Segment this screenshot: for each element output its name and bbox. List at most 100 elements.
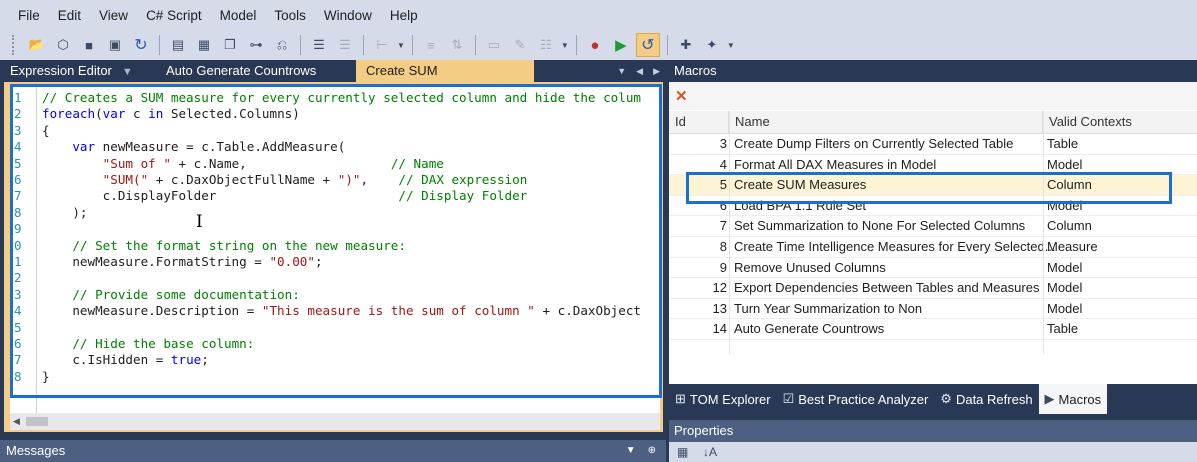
code-token: // Creates a SUM measure for every curre… [42, 90, 641, 105]
save-icon[interactable]: ■ [78, 34, 100, 56]
code-token: + c.Name, [170, 155, 391, 171]
scroll-right-icon[interactable]: ▶ [653, 66, 660, 77]
redo-active-icon[interactable]: ↺ [635, 33, 660, 57]
code-line[interactable]: ); [42, 205, 87, 221]
cube-icon[interactable]: ⬡ [52, 34, 74, 56]
column-header-name[interactable]: Name [729, 111, 1043, 133]
refresh-icon[interactable]: ↻ [130, 34, 152, 56]
menu-item-window[interactable]: Window [315, 8, 381, 23]
menu-bar: File Edit View C# Script Model Tools Window Hel… [0, 0, 1197, 30]
code-line[interactable]: newMeasure.FormatString = "0.00"; [42, 254, 323, 270]
column-header-id[interactable]: Id [669, 111, 729, 133]
edit-macro-icon[interactable]: ✦ [701, 34, 723, 56]
horizontal-scrollbar[interactable]: ◀ [10, 413, 660, 430]
align-left-icon[interactable]: ☰ [308, 34, 330, 56]
code-line[interactable]: { [42, 123, 50, 139]
delete-icon[interactable]: ✕ [675, 87, 688, 105]
code-token: + c.DaxObject [534, 303, 642, 319]
macro-cell-context: Model [1047, 280, 1083, 296]
code-line[interactable]: // Hide the base column: [42, 336, 254, 352]
menu-item-tools[interactable]: Tools [265, 8, 315, 23]
code-line[interactable]: } [42, 369, 50, 385]
menu-item-edit[interactable]: Edit [49, 8, 90, 23]
undo-icon[interactable]: ⎌ [271, 34, 293, 56]
code-line[interactable]: // Set the format string on the new meas… [42, 238, 406, 254]
macro-row[interactable]: 8 Create Time Intelligence Measures for E… [669, 237, 1197, 258]
menu-item-file[interactable]: File [0, 8, 49, 23]
column-header-valid-contexts[interactable]: Valid Contexts [1043, 111, 1197, 133]
chevron-down-icon[interactable]: ▼ [626, 440, 636, 462]
pin-icon[interactable]: ⊕ [648, 440, 656, 462]
macros-grid-header: Id Name Valid Contexts [669, 111, 1197, 134]
chevron-down-icon[interactable]: ▼ [397, 41, 405, 50]
code-line[interactable]: var newMeasure = c.Table.AddMeasure( [42, 139, 345, 155]
chevron-down-icon[interactable]: ▼ [617, 66, 626, 76]
menu-item-view[interactable]: View [90, 8, 137, 23]
categorized-icon[interactable]: ▦ [677, 445, 688, 459]
tab-data-refresh[interactable]: ⚙ Data Refresh [934, 384, 1038, 414]
macro-cell-context: Measure [1047, 239, 1098, 254]
code-line[interactable]: // Provide some documentation: [42, 287, 299, 303]
stop-icon[interactable]: ● [584, 34, 606, 56]
code-line[interactable]: c.IsHidden = true; [42, 352, 209, 368]
save-all-icon[interactable]: ▣ [104, 34, 126, 56]
move-icon[interactable]: ⇅ [446, 34, 468, 56]
run-icon[interactable]: ▶ [610, 34, 632, 56]
comment-icon[interactable]: ✎ [509, 34, 531, 56]
table-icon[interactable]: ▦ [193, 34, 215, 56]
tab-label: Auto Generate Countrows [166, 63, 317, 78]
macro-row[interactable]: 4 Format All DAX Measures in Model Model [669, 155, 1197, 176]
code-token: ; [314, 254, 323, 269]
tab-expression-editor[interactable]: Expression Editor ▼ [0, 60, 152, 82]
scroll-left-icon[interactable]: ◀ [13, 416, 20, 427]
menu-item-c-script[interactable]: C# Script [137, 8, 211, 23]
code-editor[interactable]: 123456789012345678 // Creates a SUM meas… [10, 86, 660, 413]
stack-icon[interactable]: ≡ [420, 34, 442, 56]
tab-best-practice-analyzer[interactable]: ☑ Best Practice Analyzer [777, 384, 935, 414]
code-line[interactable]: c.DisplayFolder // Display Folder [42, 188, 528, 204]
list-icon[interactable]: ☷ [535, 34, 557, 56]
add-macro-icon[interactable]: ✚ [675, 34, 697, 56]
macro-row[interactable]: 7 Set Summarization to None For Selected … [669, 216, 1197, 237]
macro-row[interactable]: 3 Create Dump Filters on Currently Select… [669, 134, 1197, 155]
code-token: foreach [42, 106, 96, 122]
script-icon[interactable]: ▤ [167, 34, 189, 56]
sort-alpha-icon[interactable]: ↓A [703, 445, 717, 459]
scrollbar-thumb[interactable] [26, 417, 48, 426]
open-icon[interactable]: 📂 [26, 34, 48, 56]
messages-title: Messages [6, 443, 66, 458]
macro-row[interactable]: 12 Export Dependencies Between Tables and… [669, 278, 1197, 299]
tab-macros[interactable]: ▶ Macros [1038, 384, 1108, 414]
macro-row[interactable]: 9 Remove Unused Columns Model [669, 258, 1197, 279]
textbox-icon[interactable]: ▭ [483, 34, 505, 56]
code-line[interactable]: newMeasure.Description = "This measure i… [42, 303, 641, 319]
chevron-down-icon[interactable]: ▼ [122, 66, 133, 78]
code-line[interactable]: "SUM(" + c.DaxObjectFullName + ")", // D… [42, 172, 528, 188]
macro-row[interactable]: 13 Turn Year Summarization to Non Model [669, 299, 1197, 320]
copy-icon[interactable]: ❐ [219, 34, 241, 56]
line-number: 7 [14, 352, 22, 368]
tree-icon[interactable]: ⊢ [371, 34, 393, 56]
code-token: c.DisplayFolder [42, 188, 399, 204]
line-number-gutter: 123456789012345678 [10, 86, 37, 413]
menu-item-help[interactable]: Help [381, 8, 427, 23]
code-line[interactable]: // Creates a SUM measure for every curre… [42, 90, 641, 106]
macro-row[interactable]: 6 Load BPA 1.1 Rule Set Model [669, 196, 1197, 217]
macro-row[interactable]: 14 Auto Generate Countrows Table [669, 319, 1197, 340]
menu-item-model[interactable]: Model [211, 8, 266, 23]
toolbar-grip[interactable] [12, 35, 18, 55]
tab-tom-explorer[interactable]: ⊞ TOM Explorer [669, 384, 777, 414]
line-number: 2 [14, 270, 22, 286]
macro-cell-id: 4 [719, 156, 727, 172]
macro-row[interactable]: 5 Create SUM Measures Column [669, 175, 1197, 196]
align-right-icon[interactable]: ☰ [334, 34, 356, 56]
tab-create-sum-measures[interactable]: Create SUM Measures⊕✕ [356, 60, 534, 100]
chevron-down-icon[interactable]: ▼ [561, 41, 569, 50]
chevron-down-icon[interactable]: ▼ [727, 41, 735, 50]
scroll-left-icon[interactable]: ◀ [636, 66, 643, 77]
hierarchy-icon[interactable]: ⊶ [245, 34, 267, 56]
tab-auto-generate-countrows[interactable]: Auto Generate Countrows [152, 60, 356, 82]
code-line[interactable]: "Sum of " + c.Name, // Name [42, 156, 444, 172]
code-line[interactable]: foreach(var c in Selected.Columns) [42, 106, 300, 122]
